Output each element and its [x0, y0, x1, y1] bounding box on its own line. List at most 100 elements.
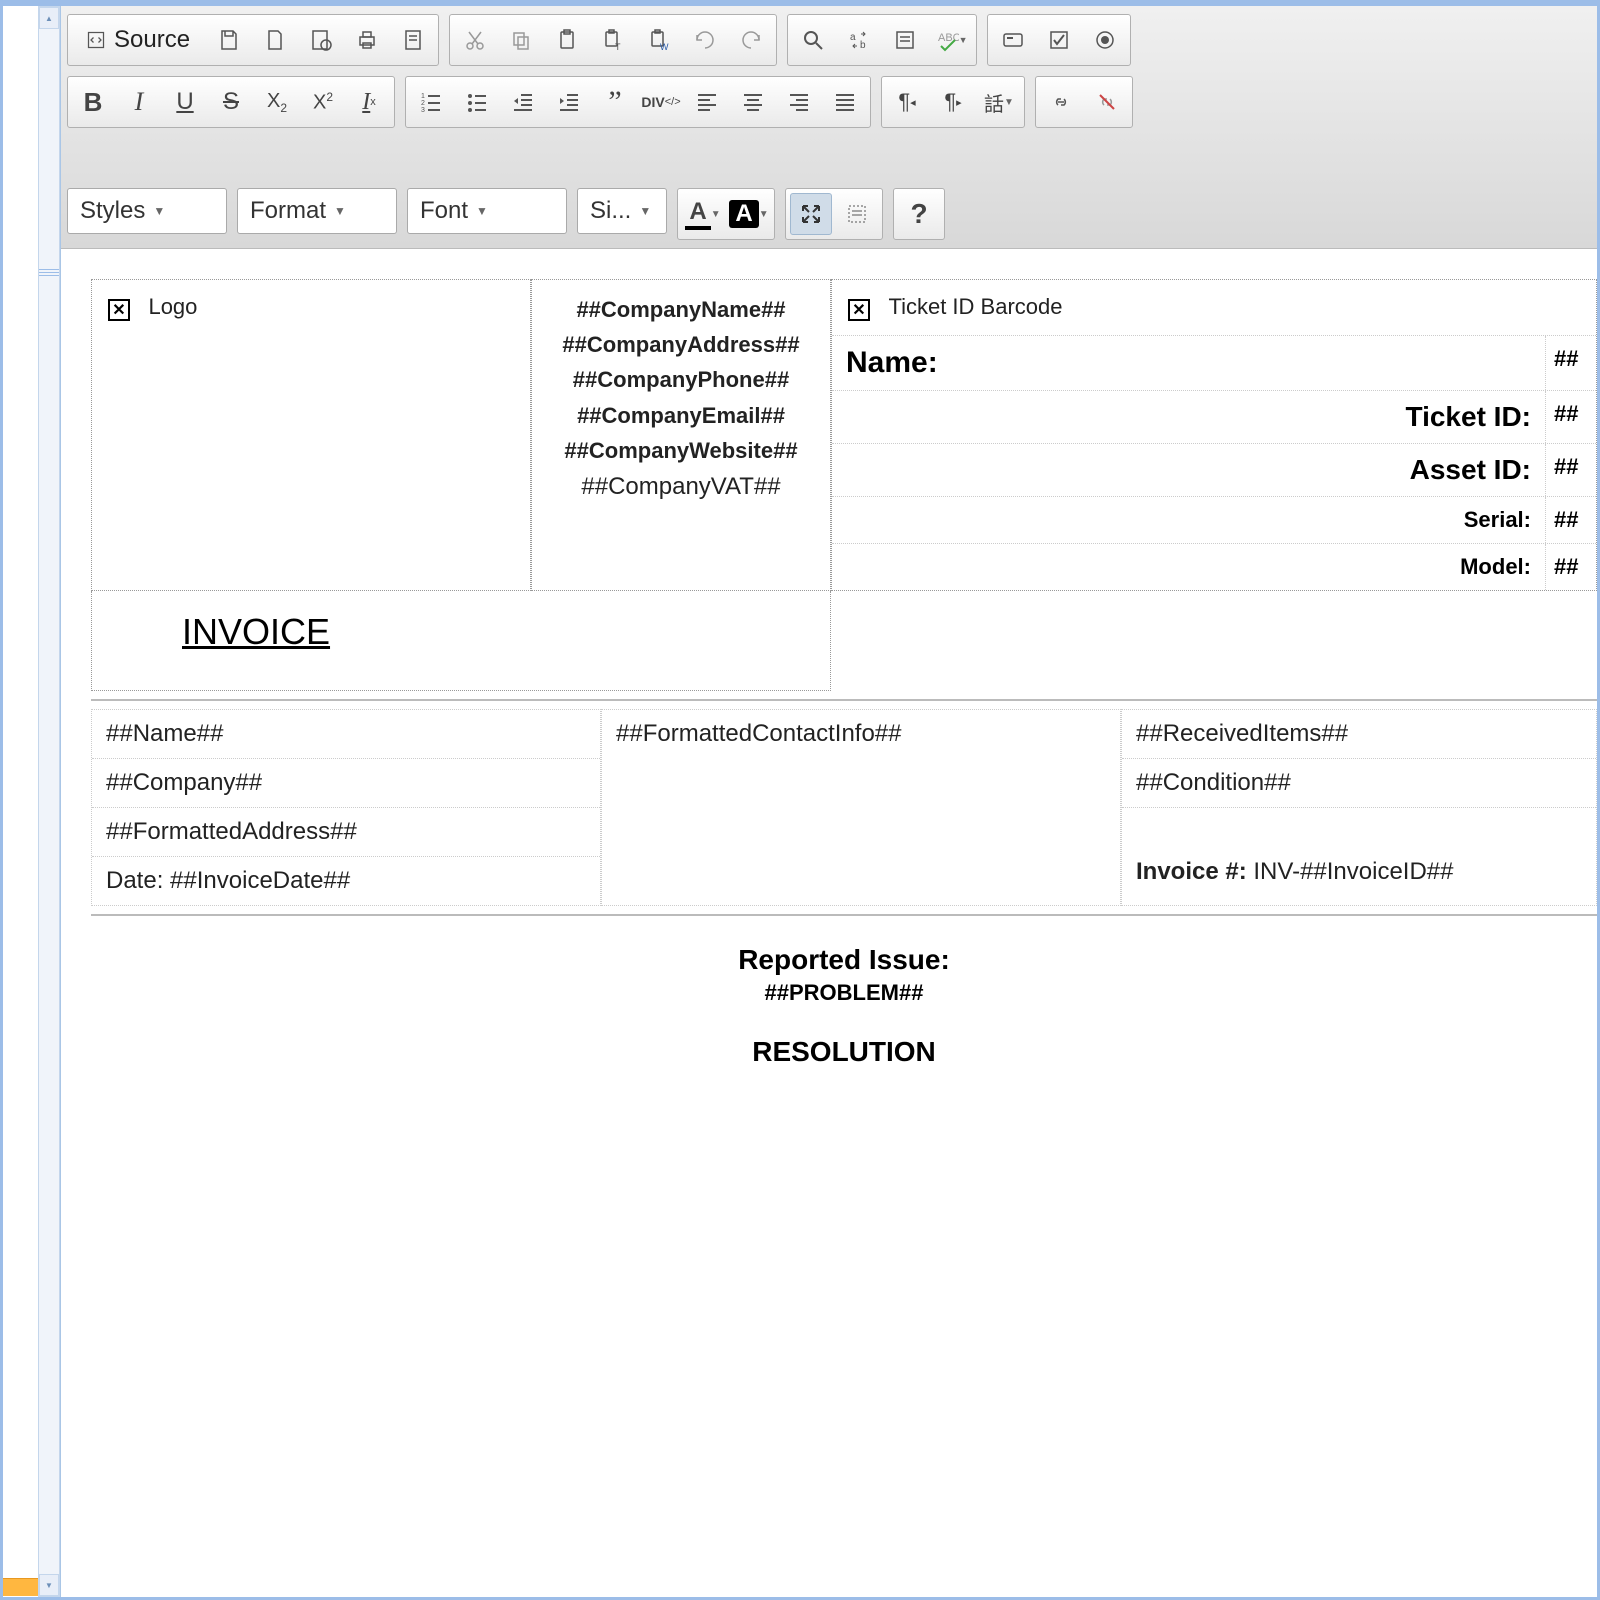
select-all-button[interactable] [884, 19, 926, 61]
align-left-button[interactable] [686, 81, 728, 123]
align-justify-button[interactable] [824, 81, 866, 123]
outdent-button[interactable] [502, 81, 544, 123]
link-button[interactable] [1040, 81, 1082, 123]
date-label: Date: [106, 867, 163, 894]
bg-color-button[interactable]: A ▼ [728, 193, 770, 235]
contact-mid: ##FormattedContactInfo## [601, 709, 1121, 906]
info-row-name: Name: ## [832, 336, 1596, 390]
toolbar-row-1: Source T W [67, 14, 1591, 66]
bold-button[interactable]: B [72, 81, 114, 123]
numbered-list-button[interactable]: 123 [410, 81, 452, 123]
received-items: ##ReceivedItems## [1122, 710, 1596, 759]
paste-word-button[interactable]: W [638, 19, 680, 61]
contact-table: ##Name## ##Company## ##FormattedAddress#… [91, 709, 1597, 906]
font-dropdown[interactable]: Font ▼ [407, 188, 567, 234]
indent-button[interactable] [548, 81, 590, 123]
checkbox-button[interactable] [1038, 19, 1080, 61]
divider [91, 914, 1597, 916]
text-color-button[interactable]: A ▼ [682, 193, 724, 235]
subscript-button[interactable]: X2 [256, 81, 298, 123]
asset-value: ## [1546, 444, 1596, 496]
underline-button[interactable]: U [164, 81, 206, 123]
chevron-down-icon: ▼ [476, 204, 488, 218]
left-scrollbar[interactable]: ▲ ▼ [38, 6, 60, 1597]
preview-button[interactable] [300, 19, 342, 61]
cut-button[interactable] [454, 19, 496, 61]
svg-text:W: W [660, 42, 669, 52]
customer-company: ##Company## [92, 759, 600, 808]
toolbar: Source T W [61, 6, 1597, 249]
superscript-button[interactable]: X2 [302, 81, 344, 123]
spellcheck-button[interactable]: ABC▼ [930, 19, 972, 61]
replace-button[interactable]: ab [838, 19, 880, 61]
redo-button[interactable] [730, 19, 772, 61]
logo-label: Logo [148, 294, 197, 319]
rtl-button[interactable]: ¶▸ [932, 81, 974, 123]
unlink-button[interactable] [1086, 81, 1128, 123]
format-label: Format [250, 197, 326, 225]
company-name: ##CompanyName## [548, 292, 814, 327]
new-page-button[interactable] [254, 19, 296, 61]
reported-issue-title: Reported Issue: [91, 944, 1597, 976]
blockquote-button[interactable]: ” [594, 81, 636, 123]
language-button[interactable]: 話▼ [978, 81, 1020, 123]
save-button[interactable] [208, 19, 250, 61]
font-label: Font [420, 197, 468, 225]
company-cell: ##CompanyName## ##CompanyAddress## ##Com… [531, 279, 831, 591]
group-clipboard: T W [449, 14, 777, 66]
remove-format-button[interactable]: Ix [348, 81, 390, 123]
paste-button[interactable] [546, 19, 588, 61]
print-button[interactable] [346, 19, 388, 61]
info-grid: Name: ## Ticket ID: ## Asset ID: ## [832, 336, 1596, 590]
company-website: ##CompanyWebsite## [548, 433, 814, 468]
ltr-button[interactable]: ¶◂ [886, 81, 928, 123]
left-panel-bg [3, 6, 39, 1597]
styles-dropdown[interactable]: Styles ▼ [67, 188, 227, 234]
divider [91, 699, 1597, 701]
model-value: ## [1546, 544, 1596, 590]
issue-block: Reported Issue: ##PROBLEM## RESOLUTION [91, 924, 1597, 1068]
group-find: ab ABC▼ [787, 14, 977, 66]
radio-button[interactable] [1084, 19, 1126, 61]
size-dropdown[interactable]: Si... ▼ [577, 188, 667, 234]
barcode-row: ✕ Ticket ID Barcode [832, 280, 1596, 336]
align-center-button[interactable] [732, 81, 774, 123]
date-value: ##InvoiceDate## [170, 867, 350, 894]
chevron-down-icon: ▼ [334, 204, 346, 218]
bullet-list-button[interactable] [456, 81, 498, 123]
styles-label: Styles [80, 197, 145, 225]
find-button[interactable] [792, 19, 834, 61]
svg-text:ABC: ABC [938, 32, 959, 44]
group-about: ? [893, 188, 945, 240]
div-button[interactable]: DIV</> [640, 81, 682, 123]
paste-text-button[interactable]: T [592, 19, 634, 61]
editor-canvas[interactable]: ✕ Logo ##CompanyName## ##CompanyAddress#… [61, 249, 1597, 1597]
source-button[interactable]: Source [72, 19, 204, 61]
info-row-serial: Serial: ## [832, 496, 1596, 543]
form-button[interactable] [992, 19, 1034, 61]
scroll-down-icon[interactable]: ▼ [39, 1574, 59, 1596]
strike-button[interactable]: S [210, 81, 252, 123]
group-forms [987, 14, 1131, 66]
scroll-up-icon[interactable]: ▲ [39, 7, 59, 29]
templates-button[interactable] [392, 19, 434, 61]
align-right-button[interactable] [778, 81, 820, 123]
blank-cell [1122, 808, 1596, 848]
problem-placeholder: ##PROBLEM## [91, 980, 1597, 1006]
company-vat: ##CompanyVAT## [548, 468, 814, 506]
model-label: Model: [832, 544, 1546, 590]
help-button[interactable]: ? [898, 193, 940, 235]
maximize-button[interactable] [790, 193, 832, 235]
italic-button[interactable]: I [118, 81, 160, 123]
show-blocks-button[interactable] [836, 193, 878, 235]
scroll-grip[interactable] [39, 269, 59, 277]
invoice-num-value: INV-##InvoiceID## [1253, 858, 1453, 885]
svg-text:b: b [860, 40, 866, 51]
scroll-track[interactable] [39, 29, 59, 1574]
size-label: Si... [590, 197, 631, 225]
format-dropdown[interactable]: Format ▼ [237, 188, 397, 234]
copy-button[interactable] [500, 19, 542, 61]
company-phone: ##CompanyPhone## [548, 362, 814, 397]
orange-highlight [3, 1578, 39, 1596]
undo-button[interactable] [684, 19, 726, 61]
